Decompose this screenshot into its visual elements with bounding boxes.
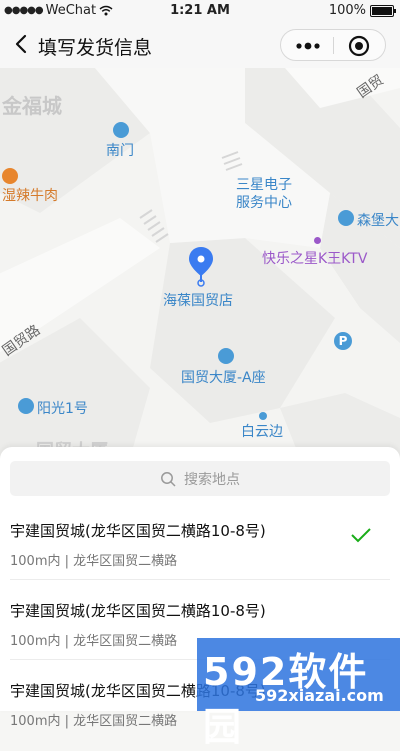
building-poi-icon: [338, 210, 354, 226]
more-dots-icon[interactable]: [295, 39, 321, 53]
parking-poi-icon: P: [334, 332, 352, 350]
back-arrow-icon[interactable]: [10, 32, 34, 56]
battery-percent: 100%: [328, 3, 366, 18]
search-placeholder: 搜索地点: [184, 471, 240, 488]
location-name: 宇建国贸城(龙华区国贸二横路10-8号): [10, 602, 266, 620]
location-detail: 100m内 | 龙华区国贸二横路: [10, 714, 178, 729]
watermark-url: 592xiazai.com: [255, 686, 384, 705]
map-label-senbao: 森堡大: [357, 213, 399, 229]
check-icon: [351, 528, 371, 543]
miniprogram-capsule: [280, 29, 386, 61]
status-right: 100%: [328, 3, 396, 18]
capsule-divider: [333, 37, 334, 54]
map-label-ktv: 快乐之星K王KTV: [262, 251, 368, 267]
battery-icon: [370, 4, 396, 17]
search-input[interactable]: 搜索地点: [10, 461, 390, 496]
search-icon: [161, 471, 176, 487]
map-label-guomao-a: 国贸大厦-A座: [181, 370, 266, 386]
status-bar: ●●●●● WeChat 1:21 AM 100%: [0, 0, 400, 22]
page-title: 填写发货信息: [38, 37, 153, 59]
ktv-poi-icon: [314, 237, 321, 244]
residence-poi-icon: [18, 398, 34, 414]
map-label-yangguang: 阳光1号: [37, 401, 88, 417]
map-label-sanxing-2: 服务中心: [236, 195, 292, 211]
map-view[interactable]: 金福城 国贸 南门 三星电子 服务中心 森堡大 湿辣牛肉 快乐之星K王KTV 海…: [0, 68, 400, 458]
watermark: 592软件园 592xiazai.com: [197, 638, 400, 749]
nav-bar: 填写发货信息: [0, 22, 400, 68]
location-detail: 100m内 | 龙华区国贸二横路: [10, 554, 178, 569]
location-detail: 100m内 | 龙华区国贸二横路: [10, 634, 178, 649]
list-item[interactable]: 宇建国贸城(龙华区国贸二横路10-8号) 100m内 | 龙华区国贸二横路: [0, 500, 400, 580]
map-label-sanxing: 三星电子: [236, 177, 292, 193]
map-label-baiyunbian: 白云边: [241, 424, 283, 440]
map-label-haichen: 海葆国贸店: [163, 293, 233, 309]
map-label-niurou: 湿辣牛肉: [2, 188, 58, 204]
gate-poi-icon: [113, 122, 129, 138]
map-label-nanmen: 南门: [106, 143, 134, 159]
restaurant-poi-icon: [2, 168, 18, 184]
location-pin-icon: [189, 247, 213, 287]
map-label-jinfucheng: 金福城: [2, 94, 62, 118]
location-name: 宇建国贸城(龙华区国贸二横路10-8号): [10, 522, 266, 540]
close-target-icon[interactable]: [348, 35, 370, 57]
baiyunbian-poi-icon: [259, 412, 267, 420]
office-poi-icon: [218, 348, 234, 364]
